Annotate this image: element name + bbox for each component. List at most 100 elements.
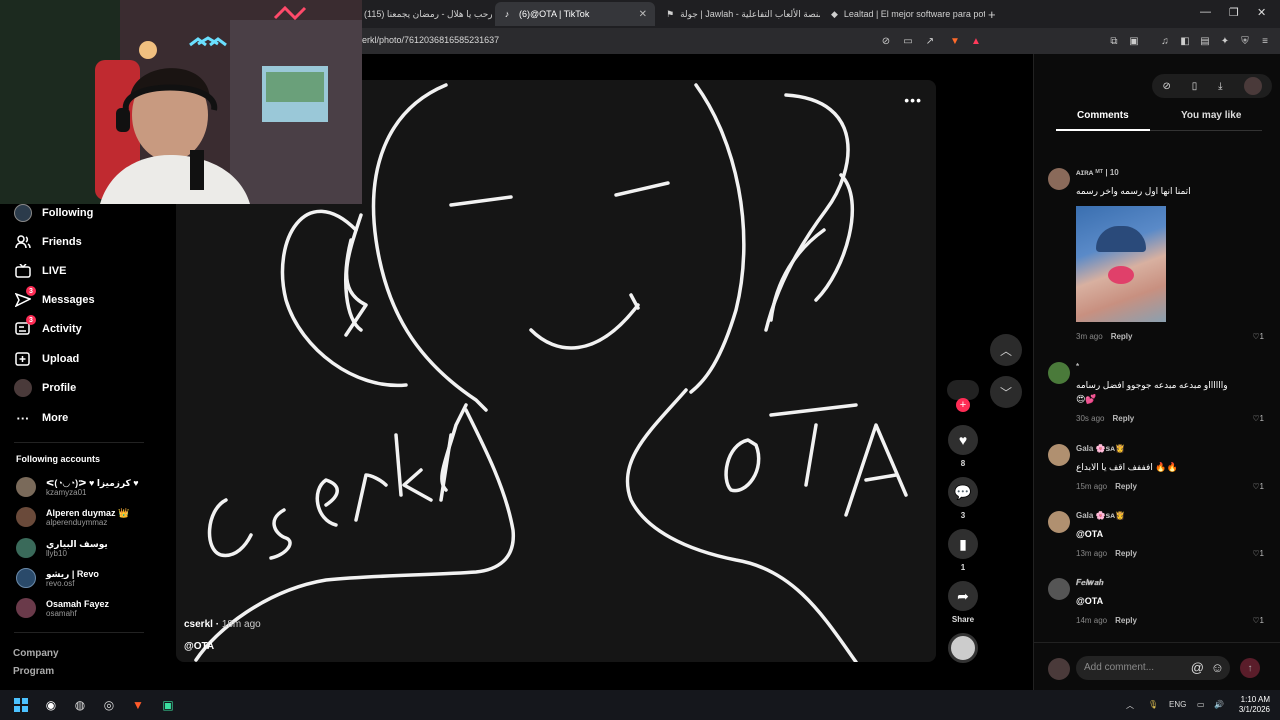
comment-text[interactable]: @OTA [1076,596,1103,606]
previous-video-button[interactable]: ︿ [990,334,1022,366]
emoji-icon[interactable]: ☺ [1211,660,1224,675]
network-icon[interactable]: ▭ [1197,700,1205,709]
restore-icon[interactable]: ❐ [1229,6,1239,19]
following-account[interactable]: ريشو | Revo revo.osf [16,565,99,591]
send-comment-button[interactable]: ↑ [1240,658,1260,678]
comment-like[interactable]: ♡1 [1252,332,1264,341]
brave-browser-icon[interactable]: ▼ [130,697,146,713]
reply-button[interactable]: Reply [1115,482,1137,491]
comment-image[interactable] [1076,206,1166,322]
video-author[interactable]: cserkl [184,619,213,630]
panel-icon[interactable]: ◧ [1178,34,1192,48]
chat-app-icon[interactable]: ▣ [160,697,176,713]
share-icon[interactable]: ↗ [923,34,937,48]
music-icon[interactable]: ♫ [1158,34,1172,48]
microphone-icon[interactable]: 🎙 [1148,700,1158,709]
autoscroll-icon[interactable]: ⊘ [1162,81,1170,92]
url-text[interactable]: erkl/photo/7612036816585231637 [362,35,499,45]
mention-icon[interactable]: @ [1191,660,1204,675]
brave-shield-icon[interactable]: ▼ [948,34,962,48]
sidebar-item-more[interactable]: ··· More [14,407,69,429]
reply-button[interactable]: Reply [1115,549,1137,558]
minimize-icon[interactable]: — [1200,6,1211,18]
system-clock[interactable]: 1:10 AM 3/1/2026 [1239,695,1270,715]
avatar [16,507,36,527]
windows-start-icon[interactable] [13,697,29,713]
comment-like[interactable]: ♡1 [1252,414,1264,423]
sound-disc-button[interactable] [944,633,982,663]
close-tab-icon[interactable]: ✕ [631,9,655,20]
comment-like[interactable]: ♡1 [1252,482,1264,491]
comment-like[interactable]: ♡1 [1252,549,1264,558]
following-account[interactable]: يوسف البياري llyb10 [16,535,108,561]
add-comment-input[interactable]: Add comment... @ ☺ [1076,656,1230,680]
next-video-button[interactable]: ﹀ [990,376,1022,408]
avatar[interactable] [1048,578,1070,600]
extensions-icon[interactable]: ⧉ [1107,34,1121,48]
avatar[interactable] [1048,362,1070,384]
like-button[interactable]: ♥ 8 [944,425,982,468]
avatar[interactable] [1048,444,1070,466]
footer-company-link[interactable]: Company [13,648,59,659]
footer-program-link[interactable]: Program [13,666,54,677]
creator-avatar-button[interactable]: + [944,380,982,412]
no-track-icon[interactable]: ⊘ [879,34,893,48]
comment-like[interactable]: ♡1 [1252,616,1264,625]
messages-badge: 3 [26,286,36,296]
sidebar-item-activity[interactable]: 3 Activity [14,315,82,340]
wallet-icon[interactable]: ▤ [1198,34,1212,48]
menu-icon[interactable]: ≡ [1258,34,1272,48]
tab-label: (6)@OTA | TikTok [519,9,590,19]
brave-rewards-icon[interactable]: ▲ [969,34,983,48]
volume-icon[interactable]: 🔊 [1214,700,1224,709]
following-account[interactable]: Alperen duymaz 👑 alperenduymmaz [16,504,129,530]
device-icon[interactable]: ▯ [1192,81,1198,92]
follow-plus-icon[interactable]: + [956,398,970,412]
video-more-icon[interactable]: ••• [904,92,922,108]
comment-author[interactable]: ᴀɪʀᴀ ᴹᵀ | 10 [1076,168,1119,177]
avatar[interactable] [1048,168,1070,190]
sidebar-item-friends[interactable]: Friends [14,231,82,253]
tab-ramadan[interactable]: (115) مرحب يا هلال - رمضان يجمعنا [362,2,492,26]
tab-you-may-like[interactable]: You may like [1181,110,1241,121]
profile-avatar-icon [14,379,32,397]
app-icon[interactable]: ◎ [101,697,117,713]
save-button[interactable]: ▮ 1 [944,529,982,572]
comment-author[interactable]: Gala 🌸ꜱᴀ👸 [1076,444,1125,453]
comment-button[interactable]: 💬 3 [944,477,982,520]
tab-lealtad[interactable]: ◆ Lealtad | El mejor software para pote [825,2,985,26]
cast-icon[interactable]: ▭ [901,34,915,48]
tab-jawlah[interactable]: ⚑ جولة | Jawlah - منصة الألعاب التفاعلية [660,2,820,26]
video-caption[interactable]: @OTA [184,641,214,652]
obs-icon[interactable]: ◉ [43,697,59,713]
share-button[interactable]: ➦ Share [944,581,982,624]
following-account[interactable]: ᕙ(◔◡◔)ᕗ ♥ كرزميزا ♥ kzamyza01 [16,474,139,500]
window-close-icon[interactable]: ✕ [1257,6,1266,19]
reply-button[interactable]: Reply [1111,332,1133,341]
comment-author[interactable]: 𝑭𝒆𝒍𝒘𝒂𝒉 [1076,578,1104,588]
user-avatar[interactable] [1243,77,1262,95]
following-account[interactable]: Osamah Fayez osamahf [16,595,109,621]
comment-author[interactable]: * [1076,362,1079,371]
vpn-icon[interactable]: ⛨ [1238,34,1252,48]
reply-button[interactable]: Reply [1115,616,1137,625]
sidebar-item-profile[interactable]: Profile [14,377,76,399]
sidebar-item-upload[interactable]: Upload [14,348,79,370]
ai-icon[interactable]: ✦ [1218,34,1232,48]
tab-comments[interactable]: Comments [1077,110,1129,121]
sidebar-item-following[interactable]: Following [14,202,93,224]
reply-button[interactable]: Reply [1112,414,1134,423]
tab-tiktok[interactable]: ♪ (6)@OTA | TikTok ✕ [495,2,655,26]
github-icon[interactable]: ◍ [72,697,88,713]
sidebar-item-live[interactable]: LIVE [14,260,66,282]
sidebar-item-messages[interactable]: 3 Messages [14,286,95,311]
new-tab-button[interactable]: + [988,2,1008,26]
comment-author[interactable]: Gala 🌸ꜱᴀ👸 [1076,511,1125,520]
comment-text[interactable]: @OTA [1076,529,1103,539]
avatar [16,568,36,588]
avatar[interactable] [1048,511,1070,533]
download-icon[interactable]: ⤓ [1218,81,1222,92]
tray-chevron-icon[interactable]: ︿ [1126,700,1134,711]
sidebar-toggle-icon[interactable]: ▣ [1127,34,1141,48]
input-language[interactable]: ENG [1169,700,1186,709]
